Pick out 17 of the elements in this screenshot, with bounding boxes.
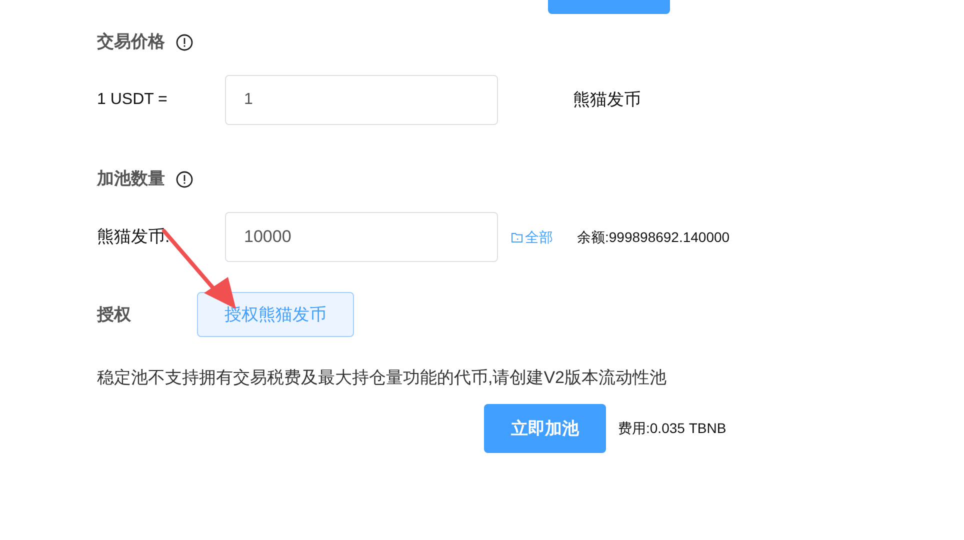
- notice-text: 稳定池不支持拥有交易税费及最大持仓量功能的代币,请创建V2版本流动性池: [97, 367, 668, 389]
- authorize-button[interactable]: 授权熊猫发币: [197, 292, 354, 337]
- balance-text: 余额:999898692.140000: [577, 228, 730, 246]
- unit-label: 熊猫发币: [573, 89, 641, 112]
- field-label: 授权: [97, 304, 132, 326]
- add-liquidity-button[interactable]: 立即加池: [484, 404, 606, 453]
- section-title: 交易价格: [97, 31, 165, 54]
- top-button[interactable]: [548, 0, 670, 14]
- info-icon: [176, 34, 193, 50]
- info-icon: [176, 170, 193, 188]
- section-title: 加池数量: [97, 168, 165, 190]
- fee-text: 费用:0.035 TBNB: [618, 419, 726, 438]
- folder-icon: [511, 232, 523, 242]
- max-link[interactable]: 全部: [511, 226, 553, 248]
- amount-input[interactable]: 10000: [225, 212, 498, 262]
- price-input[interactable]: 1: [225, 75, 498, 125]
- field-label: 1 USDT =: [97, 90, 168, 110]
